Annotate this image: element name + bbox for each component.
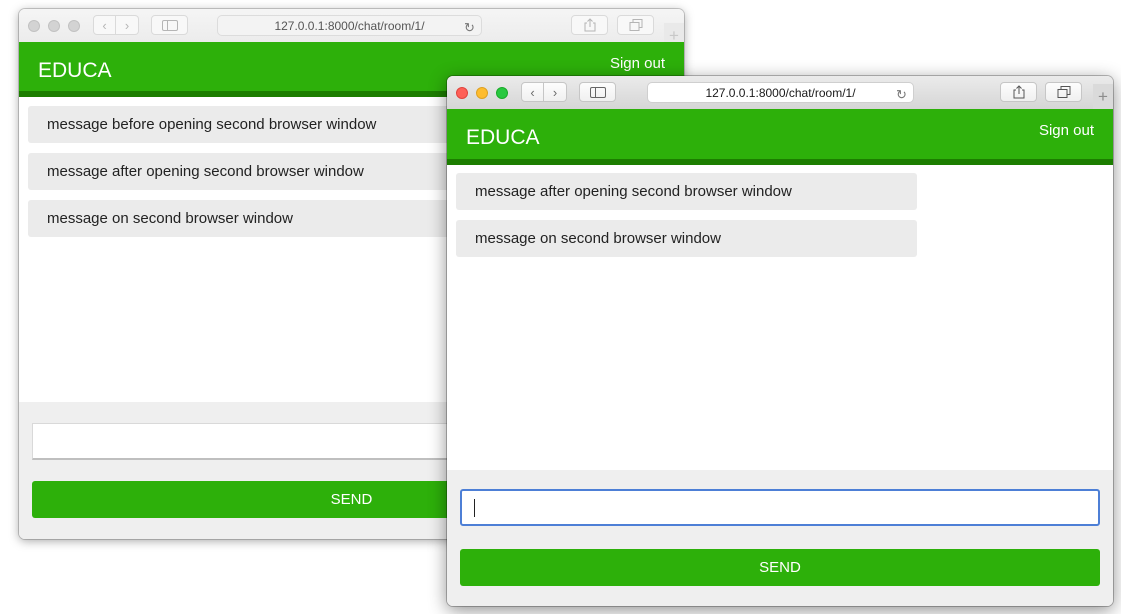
chat-message: message before opening second browser wi… — [28, 106, 498, 143]
minimize-window-button[interactable] — [48, 20, 60, 32]
plus-icon[interactable]: + — [1093, 84, 1113, 109]
sidebar-icon[interactable] — [151, 15, 188, 35]
sidebar-icon[interactable] — [579, 82, 616, 102]
chevron-right-icon[interactable]: › — [116, 15, 139, 35]
zoom-window-button[interactable] — [496, 87, 508, 99]
address-url: 127.0.0.1:8000/chat/room/1/ — [705, 85, 856, 100]
chat-message: message after opening second browser win… — [456, 173, 917, 210]
site-header: EDUCA Sign out — [447, 109, 1113, 165]
navigation-buttons: ‹ › — [521, 82, 567, 102]
chat-message-input[interactable] — [460, 489, 1100, 526]
minimize-window-button[interactable] — [476, 87, 488, 99]
address-bar[interactable]: 127.0.0.1:8000/chat/room/1/ ↻ — [647, 82, 914, 103]
close-window-button[interactable] — [28, 20, 40, 32]
chat-footer: SEND — [447, 470, 1113, 606]
close-window-button[interactable] — [456, 87, 468, 99]
sign-out-link[interactable]: Sign out — [1039, 122, 1094, 139]
zoom-window-button[interactable] — [68, 20, 80, 32]
navigation-buttons: ‹ › — [93, 15, 139, 35]
tabs-icon[interactable] — [617, 15, 654, 35]
address-bar[interactable]: 127.0.0.1:8000/chat/room/1/ ↻ — [217, 15, 482, 36]
chat-message: message on second browser window — [456, 220, 917, 257]
chat-message: message on second browser window — [28, 200, 498, 237]
send-button[interactable]: SEND — [460, 549, 1100, 586]
chevron-right-icon[interactable]: › — [544, 82, 567, 102]
tabs-icon[interactable] — [1045, 82, 1082, 102]
browser-window-front[interactable]: ‹ › 127.0.0.1:8000/chat/room/1/ ↻ + EDUC… — [447, 76, 1113, 606]
browser-toolbar: ‹ › 127.0.0.1:8000/chat/room/1/ ↻ + — [19, 9, 684, 48]
chevron-left-icon[interactable]: ‹ — [521, 82, 544, 102]
site-logo[interactable]: EDUCA — [466, 126, 540, 150]
site-logo[interactable]: EDUCA — [38, 59, 112, 83]
address-url: 127.0.0.1:8000/chat/room/1/ — [274, 18, 425, 33]
share-icon[interactable] — [1000, 82, 1037, 102]
chevron-left-icon[interactable]: ‹ — [93, 15, 116, 35]
reload-icon[interactable]: ↻ — [896, 87, 907, 103]
sign-out-link[interactable]: Sign out — [610, 55, 665, 72]
browser-toolbar: ‹ › 127.0.0.1:8000/chat/room/1/ ↻ + — [447, 76, 1113, 110]
share-icon[interactable] — [571, 15, 608, 35]
chat-message: message after opening second browser win… — [28, 153, 498, 190]
reload-icon[interactable]: ↻ — [464, 20, 475, 36]
text-caret — [474, 499, 475, 517]
